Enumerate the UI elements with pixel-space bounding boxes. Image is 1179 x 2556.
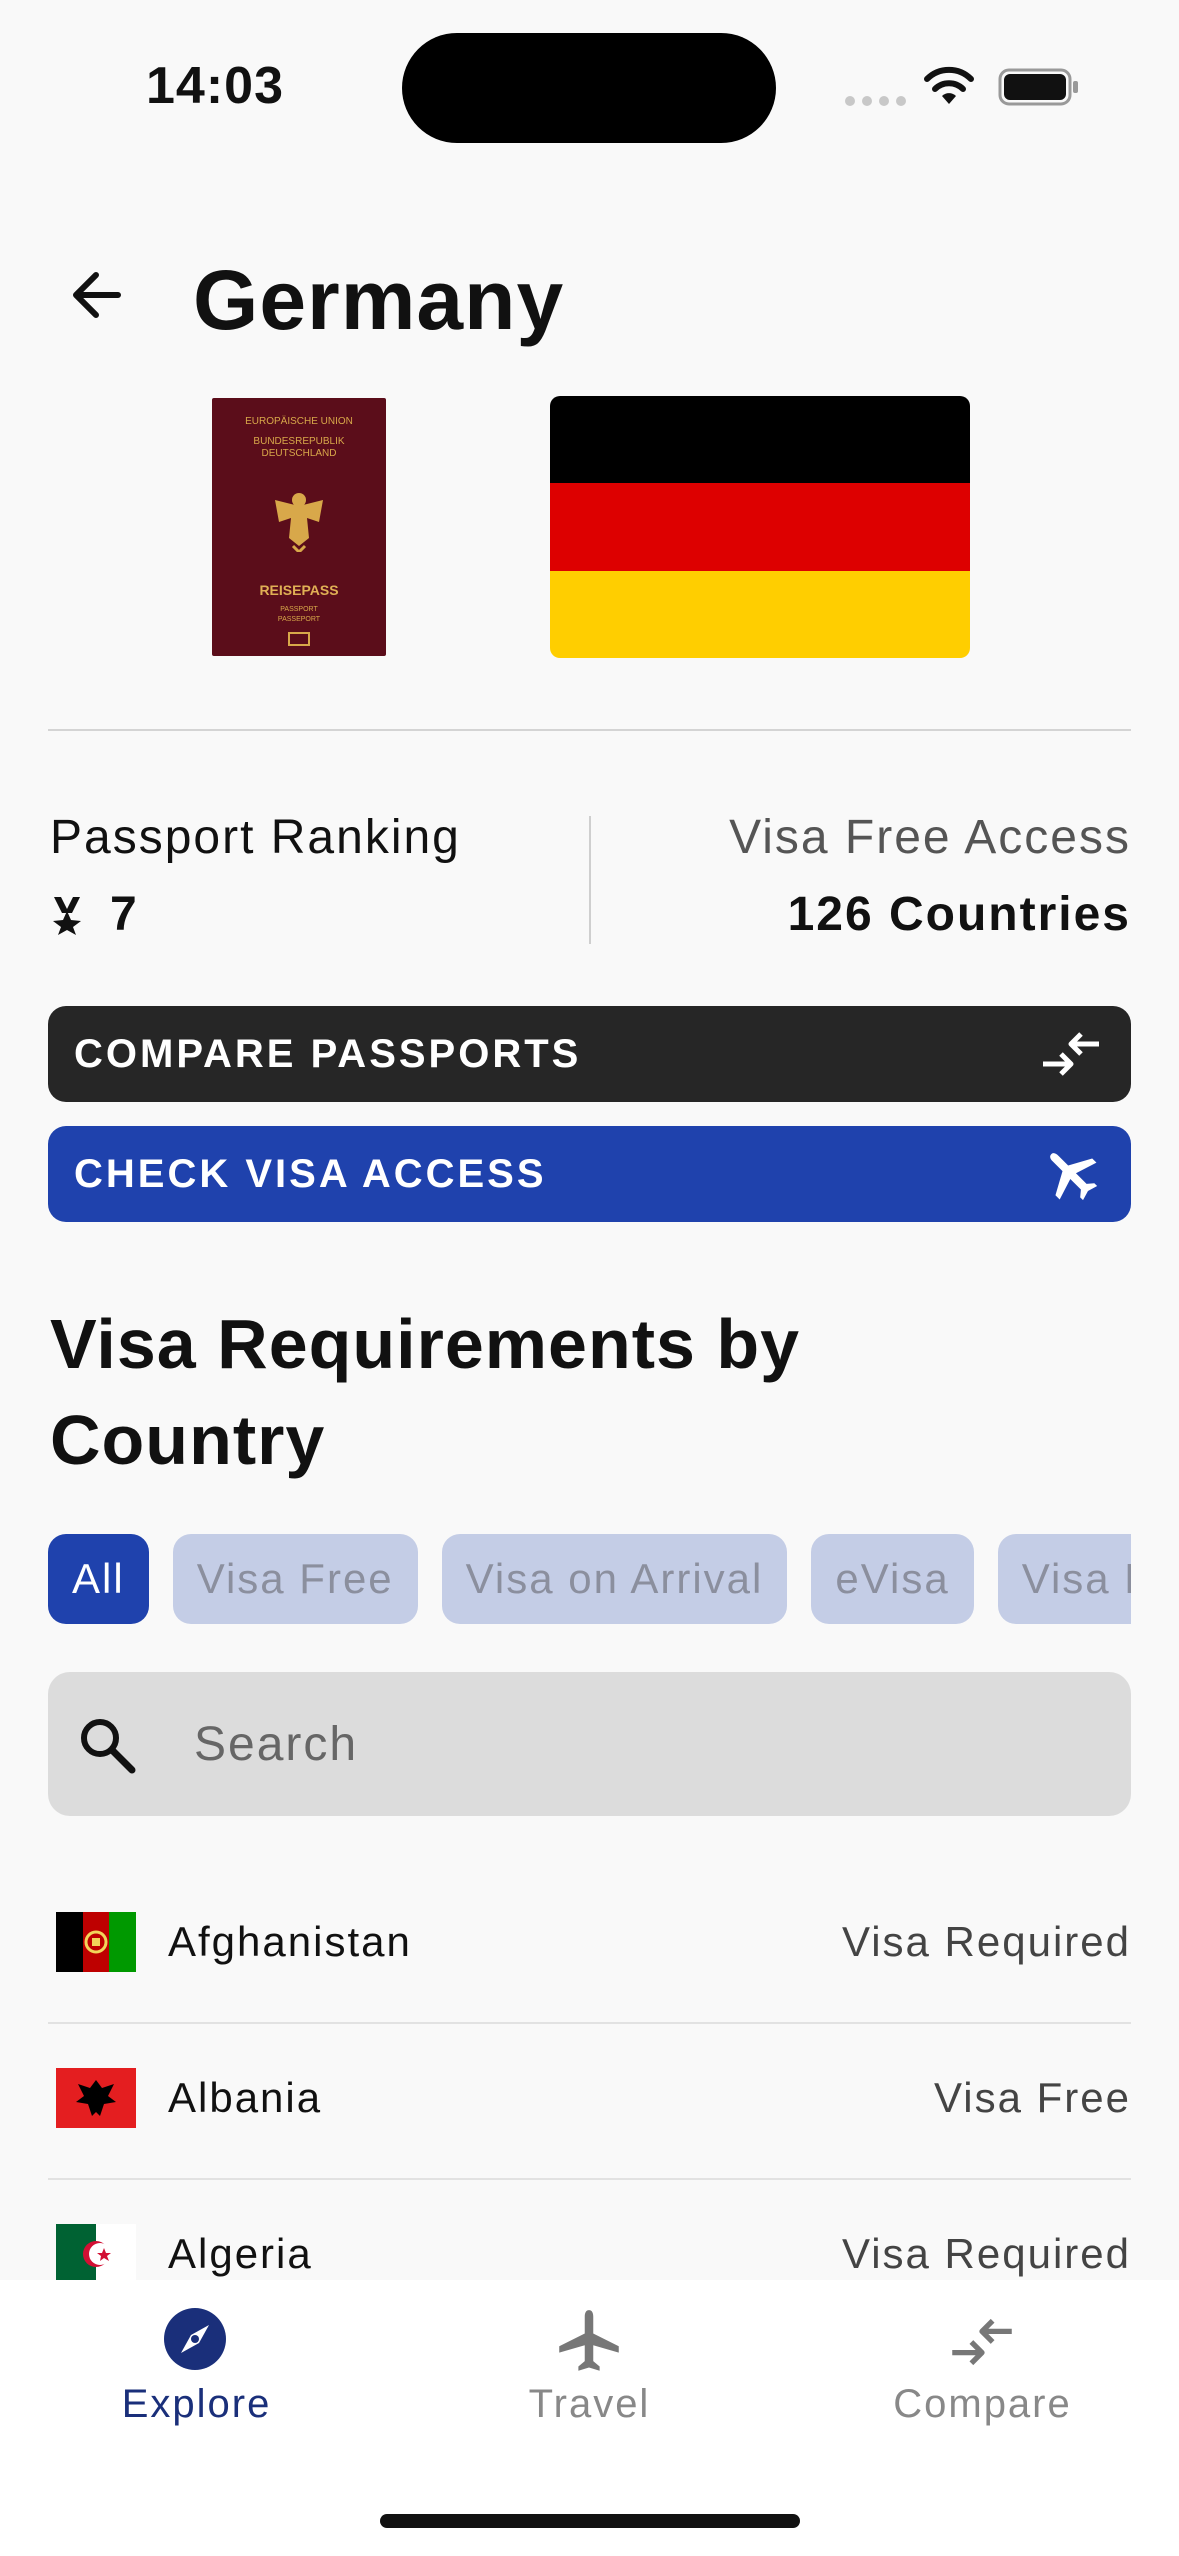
country-flag	[550, 396, 970, 658]
albania-flag-icon	[56, 2068, 136, 2128]
passport-cover-image: EUROPÄISCHE UNION BUNDESREPUBLIK DEUTSCH…	[212, 398, 386, 656]
visa-status: Visa Required	[841, 2230, 1131, 2277]
compass-icon	[164, 2308, 226, 2370]
compare-passports-label: COMPARE PASSPORTS	[74, 1031, 582, 1076]
flag-stripe-1	[550, 396, 970, 484]
flag-stripe-3	[550, 570, 970, 658]
search-input[interactable]	[194, 1672, 1094, 1816]
nav-travel-label: Travel	[528, 2382, 651, 2426]
ranking-value: 7	[110, 888, 137, 941]
nav-compare-label: Compare	[893, 2382, 1072, 2426]
medal-icon	[53, 896, 81, 935]
country-name: Albania	[168, 2074, 323, 2121]
filter-chip-visa-required[interactable]: Visa Required	[997, 1534, 1131, 1624]
status-bar: 14:03	[0, 0, 1179, 175]
passport-title: REISEPASS	[259, 582, 339, 598]
cellular-signal-icon	[845, 96, 906, 106]
country-name: Algeria	[168, 2230, 313, 2277]
eagle-emblem-icon	[275, 493, 323, 552]
check-visa-access-button[interactable]: CHECK VISA ACCESS	[48, 1126, 1131, 1222]
country-list: Afghanistan Visa Required Albania Visa F…	[48, 1868, 1131, 2280]
algeria-flag-icon	[56, 2224, 136, 2280]
biometric-chip-icon	[288, 632, 310, 646]
list-item[interactable]: Algeria Visa Required	[48, 2180, 1131, 2280]
filter-chips: All Visa Free Visa on Arrival eVisa Visa…	[48, 1534, 1131, 1626]
wifi-icon	[924, 66, 974, 104]
battery-icon	[998, 68, 1078, 106]
passport-union-text: EUROPÄISCHE UNION	[245, 416, 353, 427]
page-header: Germany	[0, 240, 1179, 360]
visa-status: Visa Required	[841, 1918, 1131, 1965]
status-time: 14:03	[146, 57, 284, 115]
filter-chip-visa-on-arrival[interactable]: Visa on Arrival	[441, 1534, 788, 1624]
flag-stripe-2	[550, 483, 970, 571]
passport-republic-text: BUNDESREPUBLIK	[253, 436, 345, 447]
passport-ranking-stat: Passport Ranking 7	[50, 810, 461, 942]
list-item[interactable]: Albania Visa Free	[48, 2024, 1131, 2180]
home-indicator	[380, 2514, 800, 2528]
section-title: Visa Requirements by Country	[50, 1305, 801, 1479]
list-item[interactable]: Afghanistan Visa Required	[48, 1868, 1131, 2024]
compare-arrows-icon	[952, 2318, 1012, 2366]
filter-chip-visa-free[interactable]: Visa Free	[172, 1534, 418, 1624]
passport-country-text: DEUTSCHLAND	[261, 448, 337, 459]
search-icon	[81, 1719, 136, 1774]
airplane-icon	[559, 2310, 619, 2371]
access-label: Visa Free Access	[729, 811, 1131, 864]
ranking-label: Passport Ranking	[50, 811, 461, 864]
search-bar	[48, 1672, 1131, 1816]
dynamic-island	[402, 33, 776, 143]
check-visa-access-label: CHECK VISA ACCESS	[74, 1151, 547, 1196]
nav-compare[interactable]: Compare	[786, 2280, 1179, 2460]
compare-arrows-icon	[1043, 1032, 1099, 1076]
filter-chip-evisa[interactable]: eVisa	[811, 1534, 974, 1624]
filter-chip-all[interactable]: All	[48, 1534, 149, 1624]
nav-travel[interactable]: Travel	[393, 2280, 786, 2460]
country-name: Afghanistan	[168, 1918, 412, 1965]
nav-explore-label: Explore	[121, 2382, 272, 2426]
visa-free-access-stat: Visa Free Access 126 Countries	[729, 810, 1131, 942]
access-value: 126 Countries	[787, 888, 1131, 941]
back-button[interactable]	[62, 260, 132, 330]
airplane-icon	[1050, 1153, 1098, 1201]
passport-sub-fr: PASSEPORT	[277, 616, 321, 623]
page-title: Germany	[193, 253, 565, 347]
divider	[48, 729, 1131, 731]
visa-status: Visa Free	[934, 2074, 1131, 2121]
afghanistan-flag-icon	[56, 1912, 136, 1972]
nav-explore[interactable]: Explore	[0, 2280, 393, 2460]
compare-passports-button[interactable]: COMPARE PASSPORTS	[48, 1006, 1131, 1102]
stats-divider	[589, 816, 591, 944]
